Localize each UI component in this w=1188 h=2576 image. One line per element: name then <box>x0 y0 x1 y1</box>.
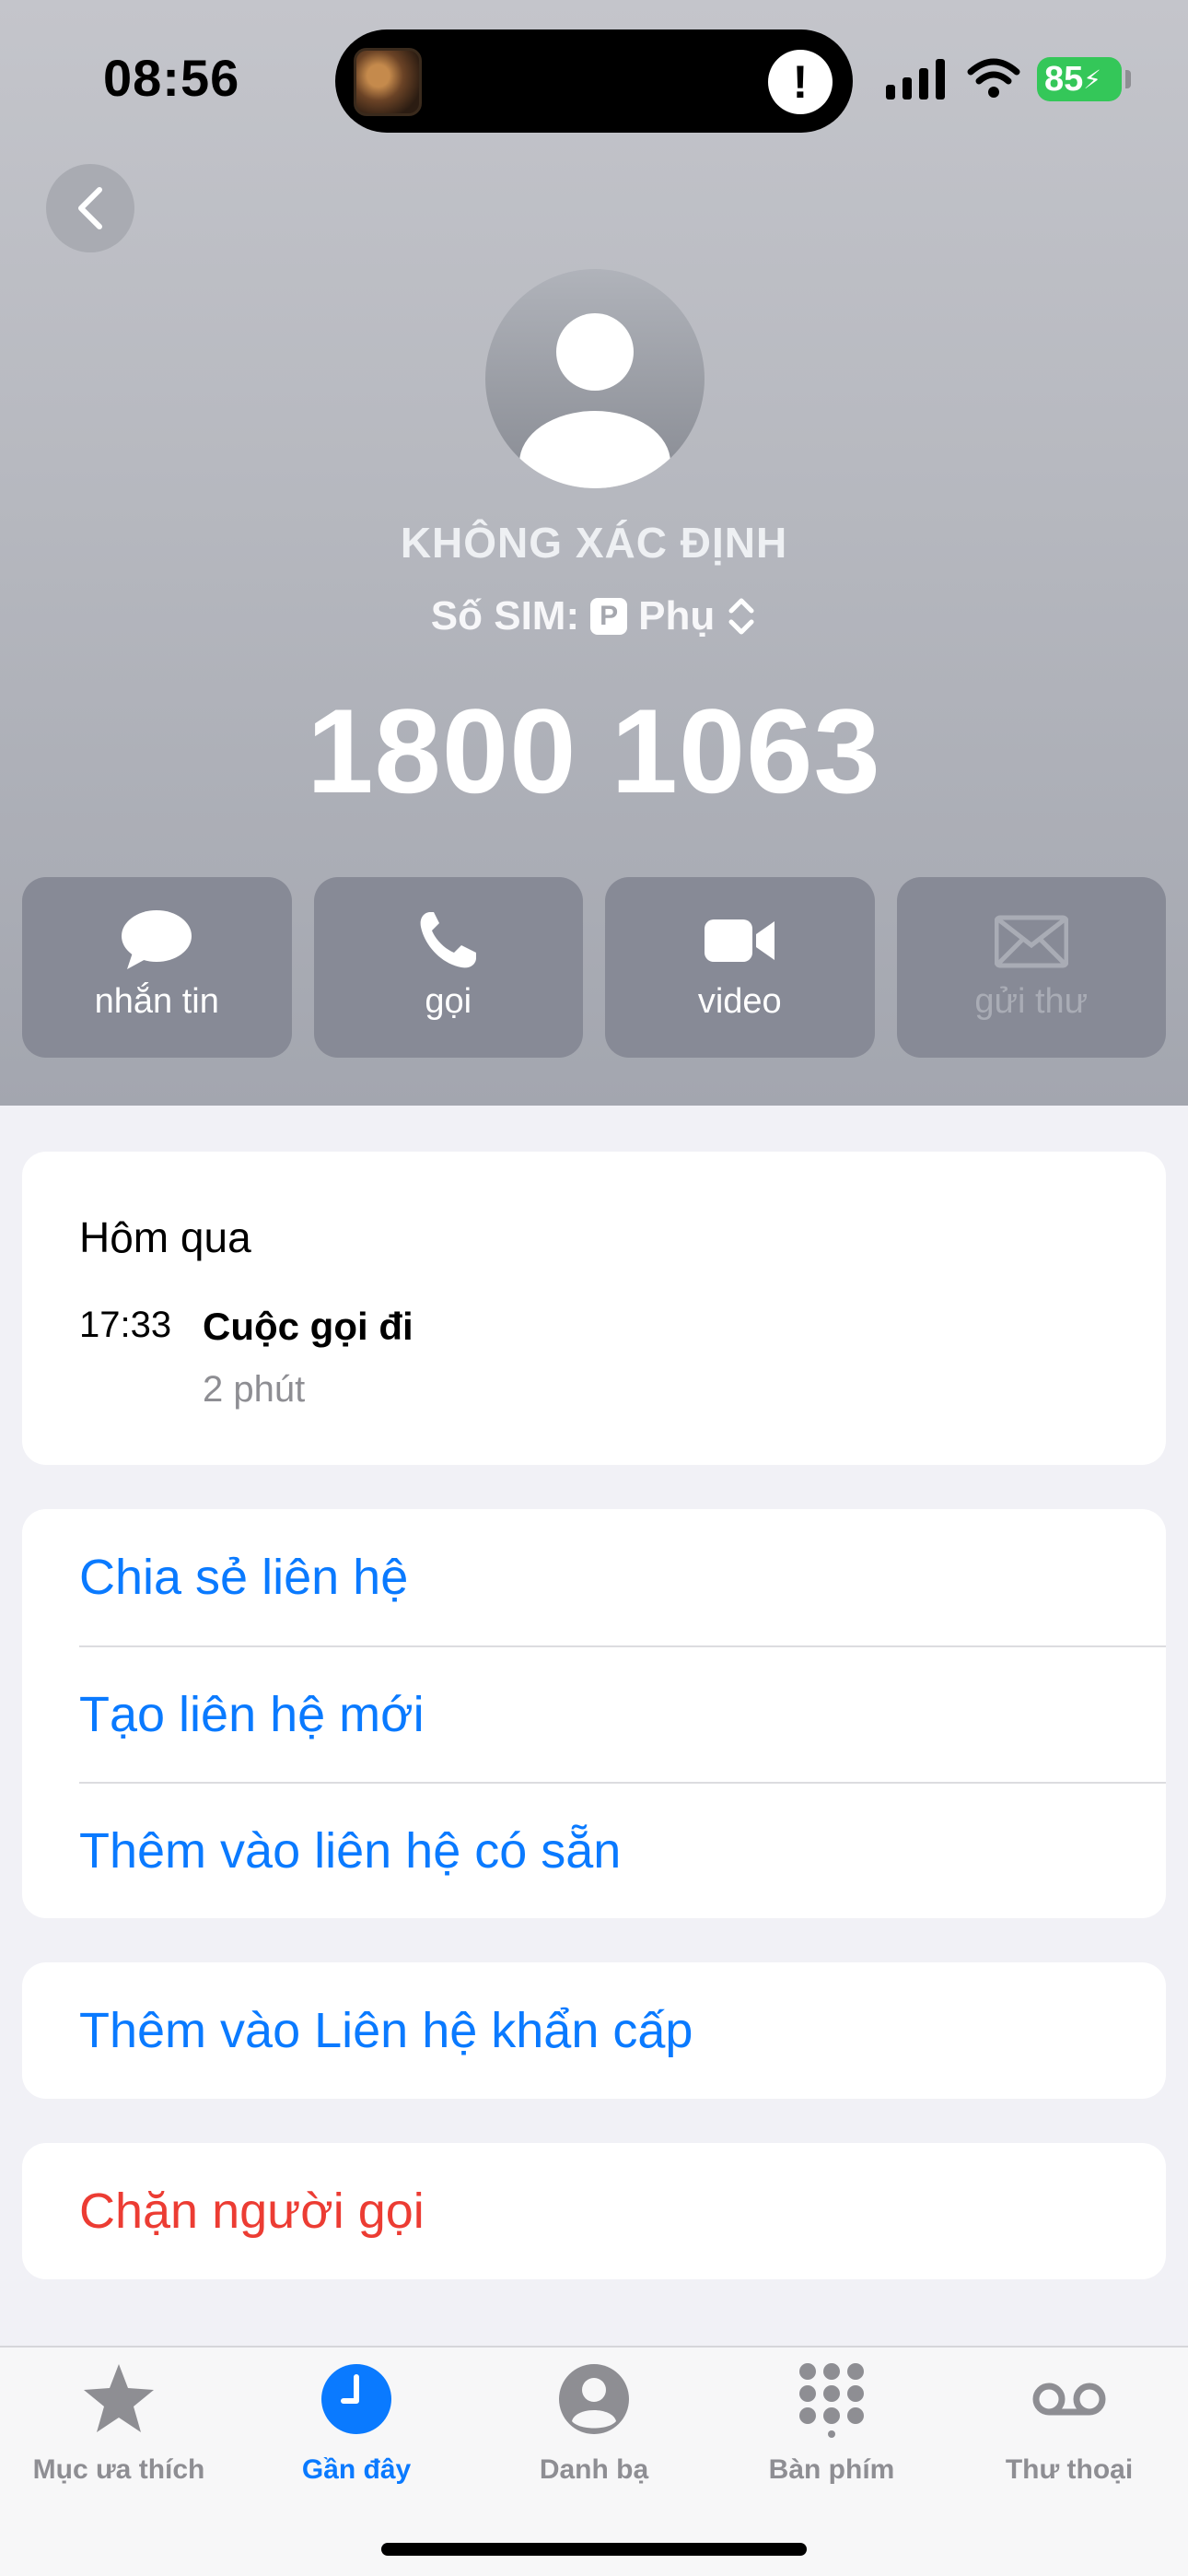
voicemail-icon <box>1032 2383 1106 2416</box>
sim-value: Phụ <box>638 593 716 638</box>
status-time: 08:56 <box>103 49 240 107</box>
message-icon <box>122 910 192 969</box>
sim-label: Số SIM: <box>430 593 580 638</box>
call-history-card: Hôm qua 17:33 Cuộc gọi đi 2 phút <box>22 1152 1166 1465</box>
person-icon <box>559 2364 629 2434</box>
contact-avatar <box>485 269 705 488</box>
tab-favorites-label: Mục ưa thích <box>32 2454 205 2485</box>
video-label: video <box>697 982 782 1021</box>
mail-button[interactable]: gửi thư <box>896 877 1166 1058</box>
star-icon <box>84 2364 154 2432</box>
tab-bar: Mục ưa thích Gần đây Danh bạ Bàn phím Th… <box>0 2346 1188 2576</box>
block-caller-button[interactable]: Chặn người gọi <box>79 2143 425 2279</box>
keypad-icon <box>799 2363 864 2438</box>
share-contact-button[interactable]: Chia sẻ liên hệ <box>79 1509 1166 1645</box>
tab-voicemail-label: Thư thoại <box>1005 2454 1134 2485</box>
sim-selector[interactable]: Số SIM: P Phụ <box>0 593 1188 639</box>
history-time: 17:33 <box>79 1305 172 1345</box>
tab-recents[interactable]: Gần đây <box>238 2360 475 2526</box>
battery-level: 85 <box>1044 59 1084 99</box>
mail-icon <box>994 915 1068 968</box>
video-button[interactable]: video <box>605 877 875 1058</box>
tab-recents-label: Gần đây <box>301 2454 412 2485</box>
call-button[interactable]: gọi <box>313 877 583 1058</box>
battery-indicator: 85 ⚡ <box>1037 57 1122 101</box>
back-button[interactable] <box>46 164 134 252</box>
status-bar: 08:56 ! 85 ⚡ <box>0 0 1188 157</box>
wifi-icon <box>967 58 1020 98</box>
sim-badge: P <box>590 598 628 635</box>
contact-name: KHÔNG XÁC ĐỊNH <box>400 519 788 567</box>
tab-keypad-label: Bàn phím <box>768 2454 895 2485</box>
tab-favorites[interactable]: Mục ưa thích <box>0 2360 238 2526</box>
charging-bolt-icon: ⚡ <box>1083 64 1101 94</box>
cellular-signal-icon <box>886 59 945 100</box>
contact-header: 08:56 ! 85 ⚡ KHÔNG XÁC ĐỊNH Số SIM: P Ph… <box>0 0 1188 1106</box>
message-label: nhắn tin <box>94 982 219 1021</box>
clock-icon <box>321 2364 391 2434</box>
phone-number: 1800 1063 <box>307 684 881 818</box>
add-emergency-contact-button[interactable]: Thêm vào Liên hệ khẩn cấp <box>79 1962 693 2099</box>
chevron-left-icon <box>78 187 102 229</box>
tab-keypad[interactable]: Bàn phím <box>713 2360 950 2526</box>
tab-contacts[interactable]: Danh bạ <box>475 2360 713 2526</box>
add-to-existing-contact-button[interactable]: Thêm vào liên hệ có sẵn <box>79 1782 1166 1918</box>
phone-icon <box>420 912 476 968</box>
dynamic-island[interactable]: ! <box>335 29 853 133</box>
contact-options-card: Chia sẻ liên hệ Tạo liên hệ mới Thêm vào… <box>22 1509 1166 1918</box>
history-day: Hôm qua <box>79 1213 251 1261</box>
tab-voicemail[interactable]: Thư thoại <box>950 2360 1188 2526</box>
history-call-type: Cuộc gọi đi <box>203 1305 413 1348</box>
quick-actions: nhắn tin gọi video gửi thư <box>22 877 1166 1058</box>
video-icon <box>705 919 775 962</box>
emergency-contact-card: Thêm vào Liên hệ khẩn cấp <box>22 1962 1166 2099</box>
block-caller-card: Chặn người gọi <box>22 2143 1166 2279</box>
battery-cap <box>1125 70 1131 88</box>
home-indicator[interactable] <box>381 2543 807 2556</box>
chevron-up-down-icon <box>728 598 754 635</box>
screen: 08:56 ! 85 ⚡ KHÔNG XÁC ĐỊNH Số SIM: P Ph… <box>0 0 1188 2576</box>
person-placeholder-icon <box>519 313 670 488</box>
message-button[interactable]: nhắn tin <box>22 877 292 1058</box>
create-new-contact-button[interactable]: Tạo liên hệ mới <box>79 1645 1166 1782</box>
alert-icon[interactable]: ! <box>768 50 833 114</box>
call-label: gọi <box>425 982 472 1021</box>
tab-contacts-label: Danh bạ <box>539 2454 649 2485</box>
mail-label: gửi thư <box>974 982 1089 1021</box>
live-activity-thumbnail[interactable] <box>354 48 422 116</box>
history-duration: 2 phút <box>203 1369 306 1410</box>
